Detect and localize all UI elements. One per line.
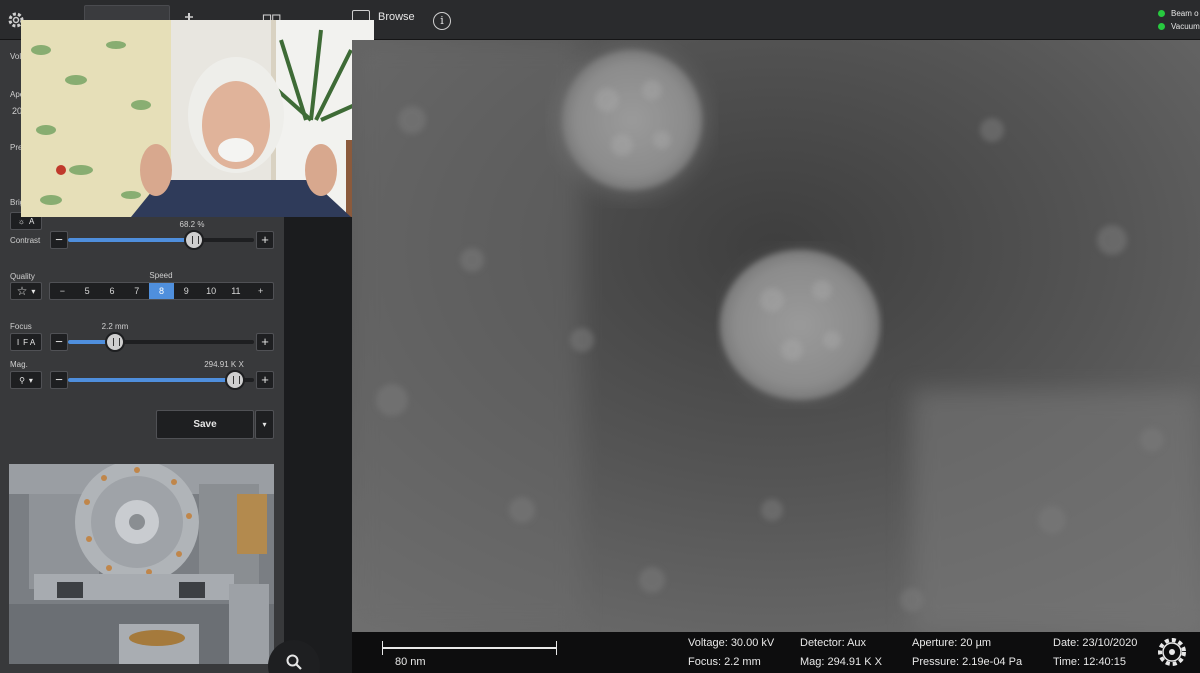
aperture-readout: Aperture: 20 µm bbox=[912, 637, 992, 649]
scale-bar bbox=[382, 641, 557, 655]
status-beam: Beam o bbox=[1158, 9, 1199, 18]
detector-readout: Detector: Aux bbox=[800, 637, 867, 649]
mag-slider[interactable] bbox=[68, 370, 254, 390]
mag-label: Mag. bbox=[10, 360, 28, 369]
speed-selector[interactable]: − 5 6 7 8 9 10 11 + bbox=[49, 282, 274, 300]
focus-decrease-button[interactable]: − bbox=[50, 333, 68, 351]
mag-decrease-button[interactable]: − bbox=[50, 371, 68, 389]
status-beam-label: Beam o bbox=[1171, 9, 1199, 18]
contrast-slider[interactable] bbox=[68, 230, 254, 250]
autofocus-button[interactable]: Ⅰ F A bbox=[10, 333, 42, 351]
autofocus-label: F A bbox=[23, 337, 36, 347]
chamber-camera-view bbox=[9, 464, 274, 664]
save-button[interactable]: Save bbox=[156, 410, 254, 439]
status-dot-icon bbox=[1158, 23, 1165, 30]
logo-gear-icon bbox=[1158, 638, 1186, 666]
focus-increase-button[interactable]: + bbox=[256, 333, 274, 351]
speed-option[interactable]: 7 bbox=[124, 283, 149, 299]
sem-info-bar: 80 nm Voltage: 30.00 kV Focus: 2.2 mm De… bbox=[352, 632, 1200, 673]
chevron-down-icon: ▾ bbox=[262, 420, 267, 429]
speed-increase-button[interactable]: + bbox=[248, 283, 273, 299]
speed-option[interactable]: 11 bbox=[223, 283, 248, 299]
chevron-down-icon: ▾ bbox=[31, 286, 36, 296]
mag-readout: Mag: 294.91 K X bbox=[800, 656, 882, 668]
speed-option[interactable]: 9 bbox=[174, 283, 199, 299]
webcam-video-overlay bbox=[21, 20, 374, 217]
scale-bar-label: 80 nm bbox=[395, 656, 426, 668]
sem-image-viewport[interactable] bbox=[352, 40, 1200, 632]
sem-micrograph bbox=[352, 40, 1200, 632]
speed-decrease-button[interactable]: − bbox=[50, 283, 75, 299]
speed-option[interactable]: 10 bbox=[199, 283, 224, 299]
focus-readout: Focus: 2.2 mm bbox=[688, 656, 761, 668]
contrast-increase-button[interactable]: + bbox=[256, 231, 274, 249]
speed-label: Speed bbox=[149, 271, 173, 280]
browse-label: Browse bbox=[378, 11, 415, 23]
speed-option[interactable]: 8 bbox=[149, 283, 174, 299]
focus-slider[interactable] bbox=[68, 332, 254, 352]
contrast-slider-fill bbox=[68, 238, 195, 242]
mag-slider-handle[interactable] bbox=[225, 370, 246, 390]
voltage-readout: Voltage: 30.00 kV bbox=[688, 637, 775, 649]
contrast-label: Contrast bbox=[10, 236, 41, 245]
chevron-down-icon: ▾ bbox=[28, 375, 33, 385]
contrast-value: 68.2 % bbox=[179, 220, 205, 229]
sun-icon: ☼ bbox=[17, 216, 25, 226]
pressure-readout: Pressure: 2.19e-04 Pa bbox=[912, 656, 1023, 668]
contrast-slider-handle[interactable] bbox=[184, 230, 205, 250]
info-icon[interactable]: i bbox=[433, 12, 451, 30]
quality-dropdown[interactable]: ☆ ▾ bbox=[10, 282, 42, 300]
mag-value: 294.91 K X bbox=[204, 360, 244, 369]
magnifier-icon: ⚲ bbox=[19, 375, 25, 385]
save-options-dropdown[interactable]: ▾ bbox=[255, 410, 274, 439]
speed-option[interactable]: 5 bbox=[75, 283, 100, 299]
mag-slider-fill bbox=[68, 378, 236, 382]
focus-slider-handle[interactable] bbox=[104, 332, 125, 352]
status-vacuum: Vacuum bbox=[1158, 22, 1200, 31]
brightness-auto-label: A bbox=[29, 216, 35, 226]
focus-icon: Ⅰ bbox=[16, 337, 20, 347]
contrast-decrease-button[interactable]: − bbox=[50, 231, 68, 249]
star-icon: ☆ bbox=[16, 284, 28, 298]
status-vacuum-label: Vacuum bbox=[1171, 22, 1200, 31]
status-dot-icon bbox=[1158, 10, 1165, 17]
focus-value: 2.2 mm bbox=[101, 322, 129, 331]
speed-option[interactable]: 6 bbox=[100, 283, 125, 299]
quality-label: Quality bbox=[10, 272, 35, 281]
mag-increase-button[interactable]: + bbox=[256, 371, 274, 389]
focus-label: Focus bbox=[10, 322, 32, 331]
time-readout: Time: 12:40:15 bbox=[1053, 656, 1126, 668]
presenter-video-image bbox=[21, 20, 374, 217]
mag-dropdown[interactable]: ⚲ ▾ bbox=[10, 371, 42, 389]
date-readout: Date: 23/10/2020 bbox=[1053, 637, 1138, 649]
chamber-camera-image bbox=[9, 464, 274, 664]
search-icon bbox=[286, 654, 302, 670]
